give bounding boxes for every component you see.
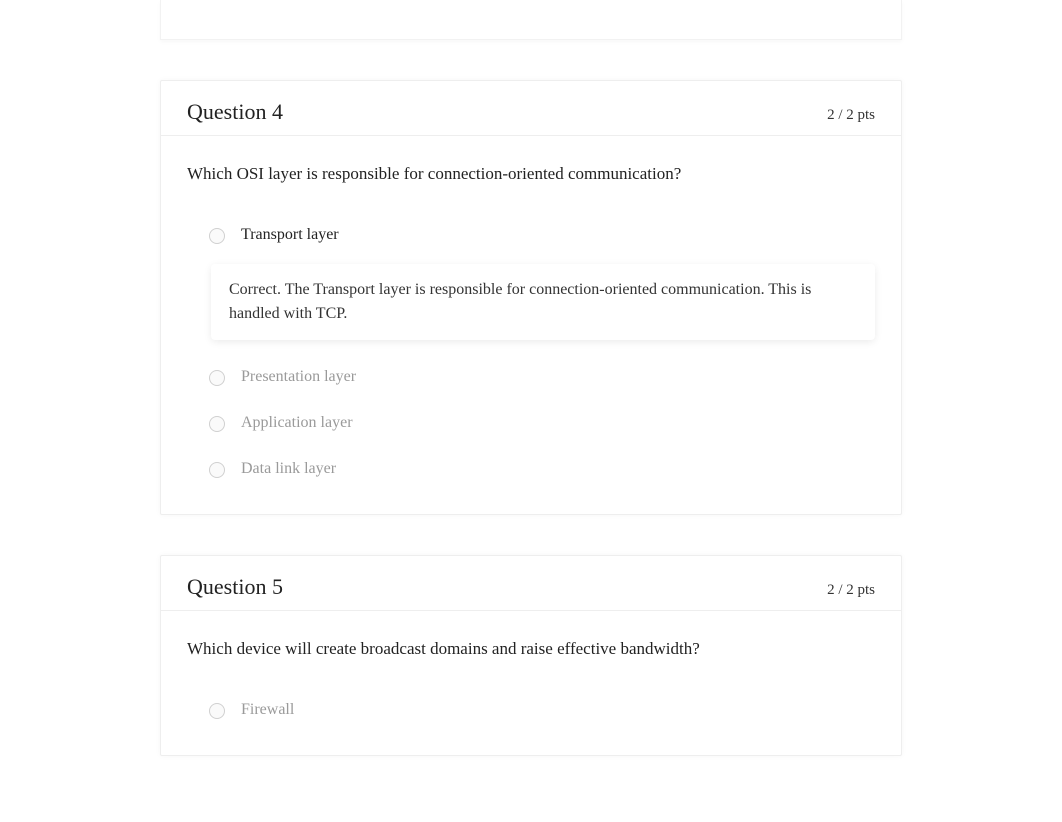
quiz-page: Question 4 2 / 2 pts Which OSI layer is … — [0, 0, 1062, 796]
answer-option: Data link layer — [201, 446, 875, 492]
answer-text: Presentation layer — [241, 368, 356, 386]
question-points: 2 / 2 pts — [827, 582, 875, 599]
question-title: Question 4 — [187, 99, 283, 125]
prev-question-fragment — [160, 0, 902, 40]
question-header: Question 5 2 / 2 pts — [161, 556, 901, 611]
radio-icon — [209, 703, 225, 719]
question-card: Question 4 2 / 2 pts Which OSI layer is … — [160, 80, 902, 515]
radio-icon — [209, 370, 225, 386]
answer-list: Transport layer Correct. The Transport l… — [187, 212, 875, 492]
answer-option: Firewall — [201, 687, 875, 733]
question-card: Question 5 2 / 2 pts Which device will c… — [160, 555, 902, 756]
answer-text: Firewall — [241, 701, 294, 719]
answer-option: Presentation layer — [201, 354, 875, 400]
radio-icon — [209, 416, 225, 432]
question-header: Question 4 2 / 2 pts — [161, 81, 901, 136]
question-prompt: Which device will create broadcast domai… — [187, 639, 875, 659]
question-title: Question 5 — [187, 574, 283, 600]
question-prompt: Which OSI layer is responsible for conne… — [187, 164, 875, 184]
question-body: Which OSI layer is responsible for conne… — [161, 136, 901, 514]
answer-text: Data link layer — [241, 460, 336, 478]
radio-icon — [209, 462, 225, 478]
question-body: Which device will create broadcast domai… — [161, 611, 901, 755]
answer-text: Application layer — [241, 414, 353, 432]
answer-text: Transport layer — [241, 226, 339, 244]
feedback-box: Correct. The Transport layer is responsi… — [211, 264, 875, 340]
answer-option: Transport layer — [201, 212, 875, 258]
radio-icon — [209, 228, 225, 244]
answer-option: Application layer — [201, 400, 875, 446]
answer-list: Firewall — [187, 687, 875, 733]
question-points: 2 / 2 pts — [827, 107, 875, 124]
